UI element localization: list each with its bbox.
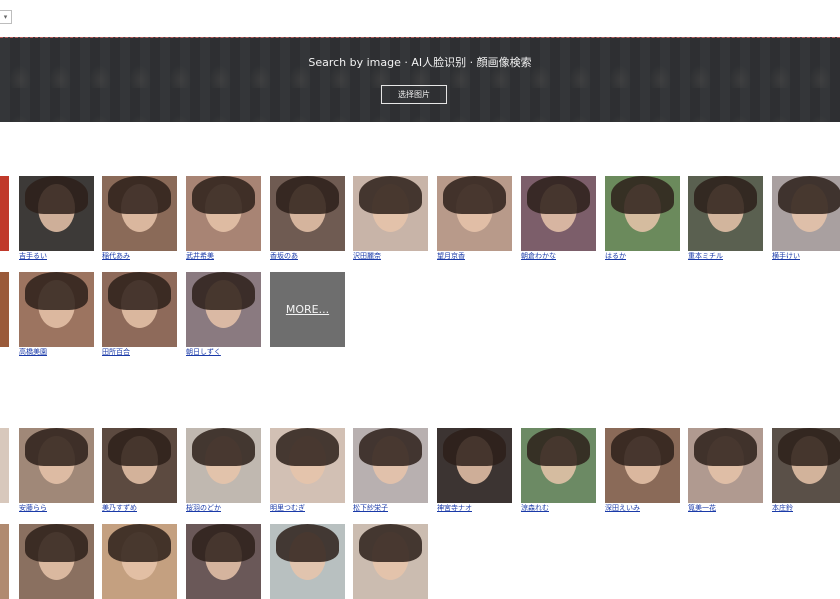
actress-photo[interactable] [186,524,261,599]
actress-name-link[interactable]: はるか [605,252,680,261]
actress-card[interactable] [102,524,177,599]
actress-card[interactable]: 望月京香 [437,176,512,261]
actress-card[interactable]: 武井希美 [186,176,261,261]
actress-photo[interactable] [270,428,345,503]
partial-thumb[interactable] [0,272,9,347]
actress-card[interactable] [270,524,345,599]
actress-photo[interactable] [772,176,840,251]
actress-photo[interactable] [772,428,840,503]
actress-name-link[interactable]: 桜羽のどか [186,504,261,513]
actress-name-link[interactable]: 稲代あみ [102,252,177,261]
partial-thumb[interactable] [0,428,9,503]
actress-name-link[interactable]: 武井希美 [186,252,261,261]
actress-photo[interactable] [102,272,177,347]
more-link[interactable]: MORE... [270,272,345,347]
actress-photo[interactable] [437,428,512,503]
actress-photo[interactable] [102,176,177,251]
actress-name-link[interactable]: 深田えいみ [605,504,680,513]
actress-photo[interactable] [19,272,94,347]
actress-card[interactable]: 田所百合 [102,272,177,357]
actress-card[interactable]: 松下紗栄子 [353,428,428,513]
actress-photo[interactable] [19,524,94,599]
actress-name-link[interactable]: 松下紗栄子 [353,504,428,513]
more-card[interactable]: MORE... [270,272,345,347]
search-banner: Search by image · AI人脸识别 · 顔画像検索 选择图片 [0,37,840,122]
actress-photo[interactable] [270,524,345,599]
actress-name-link[interactable]: 田所百合 [102,348,177,357]
actress-photo[interactable] [521,176,596,251]
actress-name-link[interactable]: 安藤らら [19,504,94,513]
actress-name-link[interactable]: 高橋美園 [19,348,94,357]
actress-card[interactable]: 桜羽のどか [186,428,261,513]
actress-name-link[interactable]: 明里つむぎ [270,504,345,513]
actress-card[interactable]: 香坂のあ [270,176,345,261]
actress-photo[interactable] [353,176,428,251]
partial-thumb[interactable] [0,524,9,599]
actress-card[interactable]: 明里つむぎ [270,428,345,513]
top-bar: ▾ [0,0,840,37]
actress-card[interactable]: 美乃すずめ [102,428,177,513]
actress-photo[interactable] [102,524,177,599]
actress-name-link[interactable]: 筧美一花 [688,504,763,513]
actress-card[interactable] [353,524,428,599]
actress-card[interactable]: 筧美一花 [688,428,763,513]
actress-photo[interactable] [186,428,261,503]
actress-card[interactable]: 稲代あみ [102,176,177,261]
actress-photo[interactable] [19,428,94,503]
actress-photo[interactable] [186,272,261,347]
partial-thumb[interactable] [0,176,9,251]
actress-name-link[interactable]: 吉手るい [19,252,94,261]
actress-name-link[interactable]: 望月京香 [437,252,512,261]
actress-card[interactable]: 涼森れむ [521,428,596,513]
actress-name-link[interactable]: 香坂のあ [270,252,345,261]
actress-photo[interactable] [353,524,428,599]
actress-card[interactable]: 横手けい [772,176,840,261]
actress-photo[interactable] [353,428,428,503]
actress-name-link[interactable]: 横手けい [772,252,840,261]
actress-card[interactable] [186,524,261,599]
actress-photo[interactable] [102,428,177,503]
actress-photo[interactable] [437,176,512,251]
actress-photo[interactable] [688,428,763,503]
actress-card[interactable]: 沢田麗奈 [353,176,428,261]
actress-card[interactable]: 高橋美園 [19,272,94,357]
actress-photo[interactable] [19,176,94,251]
banner-title: Search by image · AI人脸识别 · 顔画像検索 [308,56,532,69]
actress-card[interactable]: 本庄鈴 [772,428,840,513]
actress-card[interactable]: 安藤らら [19,428,94,513]
actress-name-link[interactable]: 神宮寺ナオ [437,504,512,513]
actress-card[interactable]: 深田えいみ [605,428,680,513]
actress-card[interactable] [19,524,94,599]
actress-photo[interactable] [186,176,261,251]
actress-card[interactable]: 吉手るい [19,176,94,261]
actress-card[interactable]: 神宮寺ナオ [437,428,512,513]
actress-name-link[interactable]: 涼森れむ [521,504,596,513]
actress-name-link[interactable]: 朝倉わかな [521,252,596,261]
actress-name-link[interactable]: 朝日しずく [186,348,261,357]
actress-photo[interactable] [605,176,680,251]
actress-card[interactable]: はるか [605,176,680,261]
select-image-button[interactable]: 选择图片 [381,85,447,104]
actress-name-link[interactable]: 沢田麗奈 [353,252,428,261]
actress-name-link[interactable]: 重本ミチル [688,252,763,261]
actress-photo[interactable] [521,428,596,503]
actress-card[interactable]: 朝倉わかな [521,176,596,261]
actress-card[interactable]: 重本ミチル [688,176,763,261]
actress-name-link[interactable]: 美乃すずめ [102,504,177,513]
actress-photo[interactable] [688,176,763,251]
actress-name-link[interactable]: 本庄鈴 [772,504,840,513]
actress-photo[interactable] [270,176,345,251]
actress-photo[interactable] [605,428,680,503]
actress-card[interactable]: 朝日しずく [186,272,261,357]
menu-dropdown[interactable]: ▾ [0,10,12,24]
